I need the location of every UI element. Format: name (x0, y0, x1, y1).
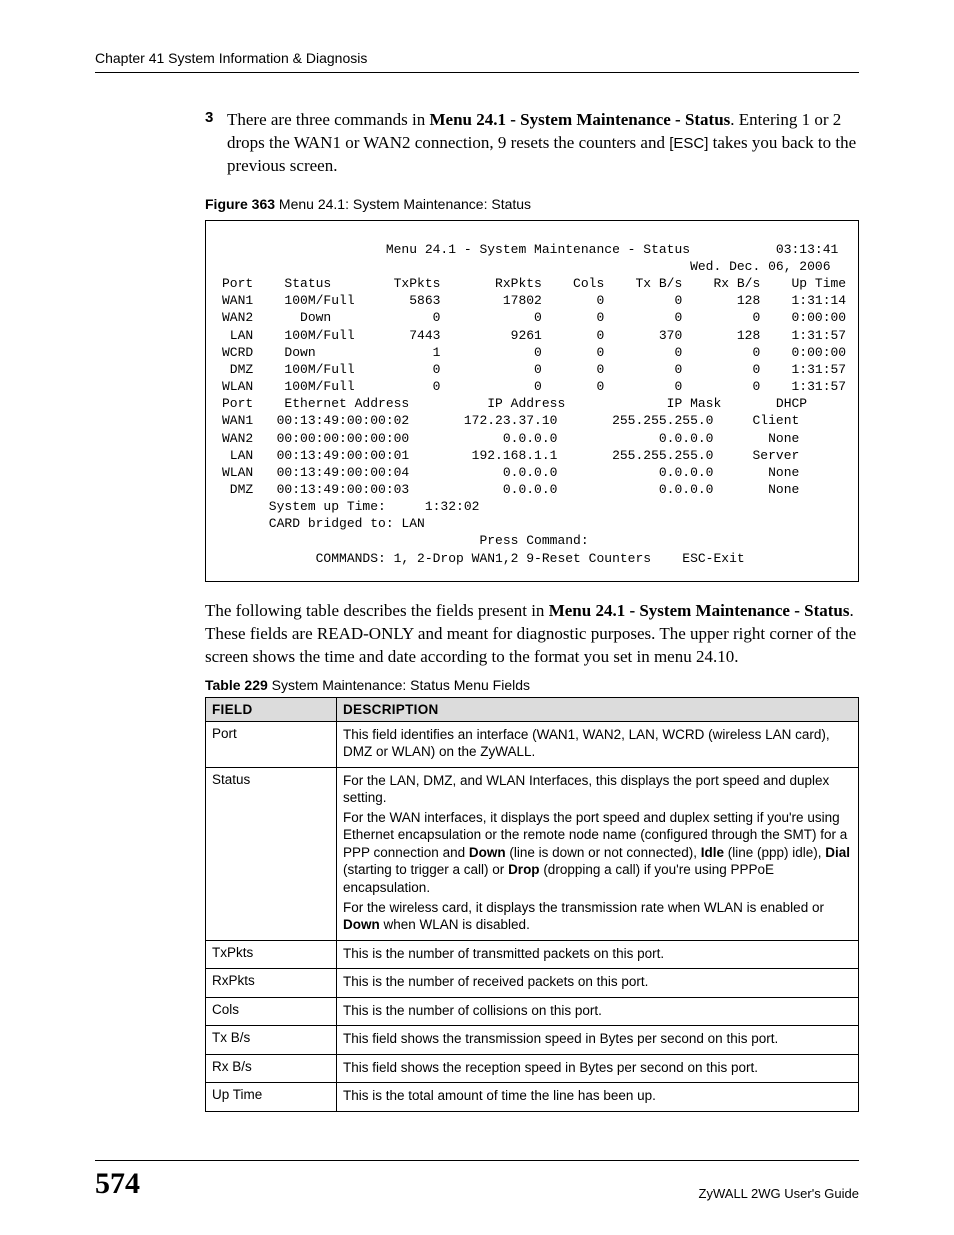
terminal-line: Press Command: (222, 532, 842, 549)
field-description: For the LAN, DMZ, and WLAN Interfaces, t… (337, 767, 859, 940)
field-name: Tx B/s (206, 1026, 337, 1055)
bold-term: Idle (701, 845, 724, 860)
description-paragraph: This is the number of collisions on this… (343, 1002, 852, 1020)
step-3: 3 There are three commands in Menu 24.1 … (205, 109, 859, 178)
fields-table: FIELD DESCRIPTION PortThis field identif… (205, 697, 859, 1112)
page: Chapter 41 System Information & Diagnosi… (0, 0, 954, 1235)
figure-title: Menu 24.1: System Maintenance: Status (275, 196, 531, 212)
description-paragraph: For the wireless card, it displays the t… (343, 899, 852, 934)
table-row: StatusFor the LAN, DMZ, and WLAN Interfa… (206, 767, 859, 940)
table-title: System Maintenance: Status Menu Fields (268, 677, 530, 693)
field-description: This is the number of received packets o… (337, 969, 859, 998)
paragraph-after-figure: The following table describes the fields… (205, 600, 859, 669)
bold-term: Down (343, 917, 380, 932)
field-name: Cols (206, 997, 337, 1026)
col-field: FIELD (206, 697, 337, 721)
terminal-line: WLAN 00:13:49:00:00:04 0.0.0.0 0.0.0.0 N… (222, 464, 842, 481)
terminal-line: COMMANDS: 1, 2-Drop WAN1,2 9-Reset Count… (222, 550, 842, 567)
terminal-line: WAN1 00:13:49:00:00:02 172.23.37.10 255.… (222, 412, 842, 429)
terminal-line: Menu 24.1 - System Maintenance - Status … (222, 241, 842, 258)
field-description: This field shows the reception speed in … (337, 1054, 859, 1083)
terminal-line: WAN2 00:00:00:00:00:00 0.0.0.0 0.0.0.0 N… (222, 430, 842, 447)
esc-key: [ESC] (669, 135, 708, 152)
terminal-line: Wed. Dec. 06, 2006 (222, 258, 842, 275)
table-header-row: FIELD DESCRIPTION (206, 697, 859, 721)
table-caption: Table 229 System Maintenance: Status Men… (205, 677, 859, 693)
step-text: There are three commands in Menu 24.1 - … (227, 109, 859, 178)
field-description: This is the number of collisions on this… (337, 997, 859, 1026)
page-footer: 574 ZyWALL 2WG User's Guide (95, 1160, 859, 1201)
bold-term: Down (469, 845, 506, 860)
field-name: Status (206, 767, 337, 940)
terminal-line: DMZ 100M/Full 0 0 0 0 0 1:31:57 (222, 361, 842, 378)
table-label: Table 229 (205, 677, 268, 693)
terminal-line: Port Ethernet Address IP Address IP Mask… (222, 395, 842, 412)
description-paragraph: This is the total amount of time the lin… (343, 1087, 852, 1105)
field-description: This is the total amount of time the lin… (337, 1083, 859, 1112)
table-row: TxPkts This is the number of transmitted … (206, 940, 859, 969)
field-description: This field identifies an interface (WAN1… (337, 721, 859, 767)
bold-term: Drop (508, 862, 540, 877)
page-number: 574 (95, 1167, 140, 1201)
figure-caption: Figure 363 Menu 24.1: System Maintenance… (205, 196, 859, 212)
description-paragraph: This field shows the transmission speed … (343, 1030, 852, 1048)
description-paragraph: This is the number of received packets o… (343, 973, 852, 991)
terminal-line: CARD bridged to: LAN (222, 515, 842, 532)
menu-title-bold: Menu 24.1 - System Maintenance - Status (549, 601, 850, 620)
table-row: PortThis field identifies an interface (… (206, 721, 859, 767)
text: The following table describes the fields… (205, 601, 549, 620)
text: There are three commands in (227, 110, 430, 129)
terminal-line: WAN2 Down 0 0 0 0 0 0:00:00 (222, 309, 842, 326)
step-number: 3 (205, 109, 227, 178)
running-header: Chapter 41 System Information & Diagnosi… (95, 50, 859, 73)
description-paragraph: This field shows the reception speed in … (343, 1059, 852, 1077)
description-paragraph: This is the number of transmitted packet… (343, 945, 852, 963)
field-name: Rx B/s (206, 1054, 337, 1083)
description-paragraph: For the WAN interfaces, it displays the … (343, 809, 852, 897)
body-content: 3 There are three commands in Menu 24.1 … (205, 109, 859, 1112)
table-row: Tx B/s This field shows the transmission … (206, 1026, 859, 1055)
terminal-line: DMZ 00:13:49:00:00:03 0.0.0.0 0.0.0.0 No… (222, 481, 842, 498)
description-paragraph: This field identifies an interface (WAN1… (343, 726, 852, 761)
col-description: DESCRIPTION (337, 697, 859, 721)
terminal-screenshot: Menu 24.1 - System Maintenance - Status … (205, 220, 859, 582)
menu-title-bold: Menu 24.1 - System Maintenance - Status (430, 110, 731, 129)
guide-title: ZyWALL 2WG User's Guide (699, 1186, 859, 1201)
table-row: Up Time This is the total amount of time … (206, 1083, 859, 1112)
bold-term: Dial (825, 845, 850, 860)
terminal-line: Port Status TxPkts RxPkts Cols Tx B/s Rx… (222, 275, 842, 292)
table-row: RxPkts This is the number of received pac… (206, 969, 859, 998)
description-paragraph: For the LAN, DMZ, and WLAN Interfaces, t… (343, 772, 852, 807)
field-name: Port (206, 721, 337, 767)
terminal-line: WCRD Down 1 0 0 0 0 0:00:00 (222, 344, 842, 361)
terminal-line: WAN1 100M/Full 5863 17802 0 0 128 1:31:1… (222, 292, 842, 309)
terminal-line: System up Time: 1:32:02 (222, 498, 842, 515)
field-name: Up Time (206, 1083, 337, 1112)
table-row: Cols This is the number of collisions on … (206, 997, 859, 1026)
table-row: Rx B/s This field shows the reception spe… (206, 1054, 859, 1083)
terminal-line: WLAN 100M/Full 0 0 0 0 0 1:31:57 (222, 378, 842, 395)
terminal-line: LAN 100M/Full 7443 9261 0 370 128 1:31:5… (222, 327, 842, 344)
field-description: This field shows the transmission speed … (337, 1026, 859, 1055)
field-name: TxPkts (206, 940, 337, 969)
field-name: RxPkts (206, 969, 337, 998)
field-description: This is the number of transmitted packet… (337, 940, 859, 969)
figure-label: Figure 363 (205, 196, 275, 212)
terminal-line: LAN 00:13:49:00:00:01 192.168.1.1 255.25… (222, 447, 842, 464)
